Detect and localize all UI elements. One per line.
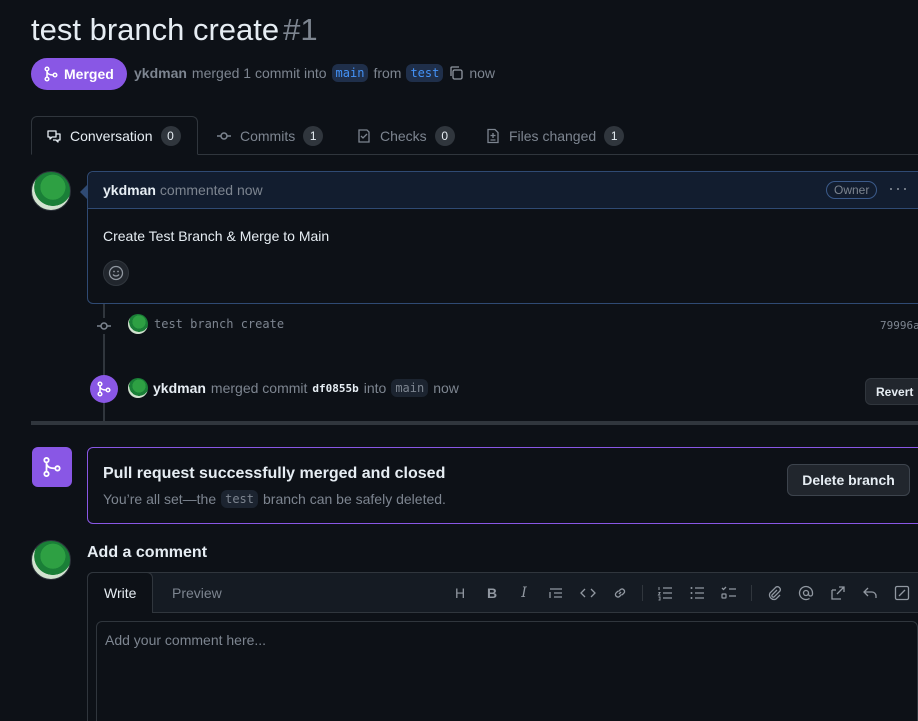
toolbar-separator (642, 585, 643, 601)
paperclip-icon[interactable] (758, 583, 790, 603)
avatar[interactable] (31, 540, 71, 580)
commit-message[interactable]: test branch create (154, 317, 284, 331)
status-badge: Merged (31, 58, 127, 90)
tab-counter: 1 (604, 125, 625, 146)
merged-sub-prefix: You’re all set—the (103, 491, 217, 507)
tab-label: Commits (240, 127, 296, 144)
editor-toolbar: Write Preview H B I (87, 572, 918, 613)
unordered-list-icon[interactable] (681, 583, 713, 603)
commit-icon (216, 128, 232, 144)
comment-action: commented now (159, 182, 263, 198)
tab-counter: 1 (303, 125, 324, 146)
status-label: Merged (64, 66, 114, 82)
bold-icon[interactable]: B (476, 583, 508, 603)
from-text: from (373, 65, 402, 81)
tab-write[interactable]: Write (87, 572, 154, 613)
code-icon[interactable] (572, 583, 604, 603)
add-reaction-button[interactable] (103, 260, 129, 286)
merge-branch[interactable]: main (391, 379, 429, 397)
kebab-menu-icon[interactable]: ··· (888, 178, 909, 199)
italic-icon[interactable]: I (508, 583, 540, 603)
merge-event-icon (90, 375, 118, 403)
tab-label: Files changed (509, 127, 597, 144)
merge-author[interactable]: ykdman (153, 380, 206, 396)
add-comment-title: Add a comment (87, 544, 208, 561)
base-branch[interactable]: main (331, 64, 369, 82)
tab-preview[interactable]: Preview (156, 573, 238, 613)
task-list-icon[interactable] (713, 583, 745, 603)
merge-text: merged commit (210, 380, 308, 396)
merged-branch[interactable]: test (221, 490, 259, 508)
comment-body: Create Test Branch & Merge to Main (88, 209, 918, 305)
git-commit-icon (96, 318, 112, 334)
comment-box: ykdman commented now Owner ··· Create Te… (87, 171, 918, 304)
tab-counter: 0 (160, 125, 181, 146)
tab-conversation[interactable]: Conversation 0 (31, 116, 198, 155)
tab-counter: 0 (434, 125, 455, 146)
tab-files-changed[interactable]: Files changed 1 (471, 116, 638, 155)
comment-author[interactable]: ykdman (103, 182, 156, 198)
merge-hash[interactable]: df0855b (312, 382, 358, 395)
author-link[interactable]: ykdman (134, 65, 187, 81)
delete-branch-button[interactable]: Delete branch (787, 464, 910, 496)
merged-subtitle: You’re all set—the test branch can be sa… (103, 490, 446, 508)
reply-icon[interactable] (854, 583, 886, 603)
comment-editor: Write Preview H B I Add your comment her… (87, 572, 918, 721)
mention-icon[interactable] (790, 583, 822, 603)
cross-reference-icon[interactable] (822, 583, 854, 603)
heading-icon[interactable]: H (444, 583, 476, 603)
merged-status-icon (32, 447, 72, 487)
file-diff-icon (485, 128, 501, 144)
fullscreen-edit-icon[interactable] (886, 583, 918, 603)
merged-sub-suffix: branch can be safely deleted. (263, 491, 446, 507)
commit-sha[interactable]: 79996a (880, 319, 918, 332)
quote-icon[interactable] (540, 583, 572, 603)
copy-icon[interactable] (448, 65, 464, 81)
timeline-end-divider (31, 421, 918, 425)
tab-label: Conversation (70, 127, 153, 144)
link-icon[interactable] (604, 583, 636, 603)
ordered-list-icon[interactable] (649, 583, 681, 603)
merge-icon (43, 66, 59, 82)
formatting-tools: H B I (444, 583, 918, 603)
pr-number: #1 (283, 12, 318, 47)
owner-badge: Owner (826, 181, 878, 199)
merge-into: into (363, 380, 387, 396)
merge-avatar[interactable] (128, 378, 148, 398)
commit-avatar[interactable] (128, 314, 148, 334)
comment-text: Create Test Branch & Merge to Main (103, 228, 330, 244)
merge-time: now (433, 380, 459, 396)
toolbar-separator (751, 585, 752, 601)
conversation-icon (46, 128, 62, 144)
meta-time: now (469, 65, 496, 81)
pr-meta: ykdman merged 1 commit into main from te… (134, 64, 495, 82)
avatar[interactable] (31, 171, 71, 211)
tab-checks[interactable]: Checks 0 (342, 116, 469, 155)
revert-button[interactable]: Revert (865, 378, 918, 405)
smiley-icon (108, 265, 124, 281)
pr-title: test branch create #1 (31, 12, 318, 48)
tab-commits[interactable]: Commits 1 (202, 116, 337, 155)
tab-label: Checks (380, 127, 427, 144)
head-branch[interactable]: test (406, 64, 444, 82)
merged-title: Pull request successfully merged and clo… (103, 465, 446, 482)
pr-title-text: test branch create (31, 12, 280, 47)
comment-textarea[interactable]: Add your comment here... (96, 621, 918, 721)
merge-event: ykdman merged commit df0855b into main n… (128, 378, 459, 398)
merged-text: merged 1 commit into (191, 65, 327, 81)
comment-header: ykdman commented now Owner ··· (88, 172, 918, 209)
checklist-icon (356, 128, 372, 144)
commit-item: test branch create (128, 314, 284, 334)
